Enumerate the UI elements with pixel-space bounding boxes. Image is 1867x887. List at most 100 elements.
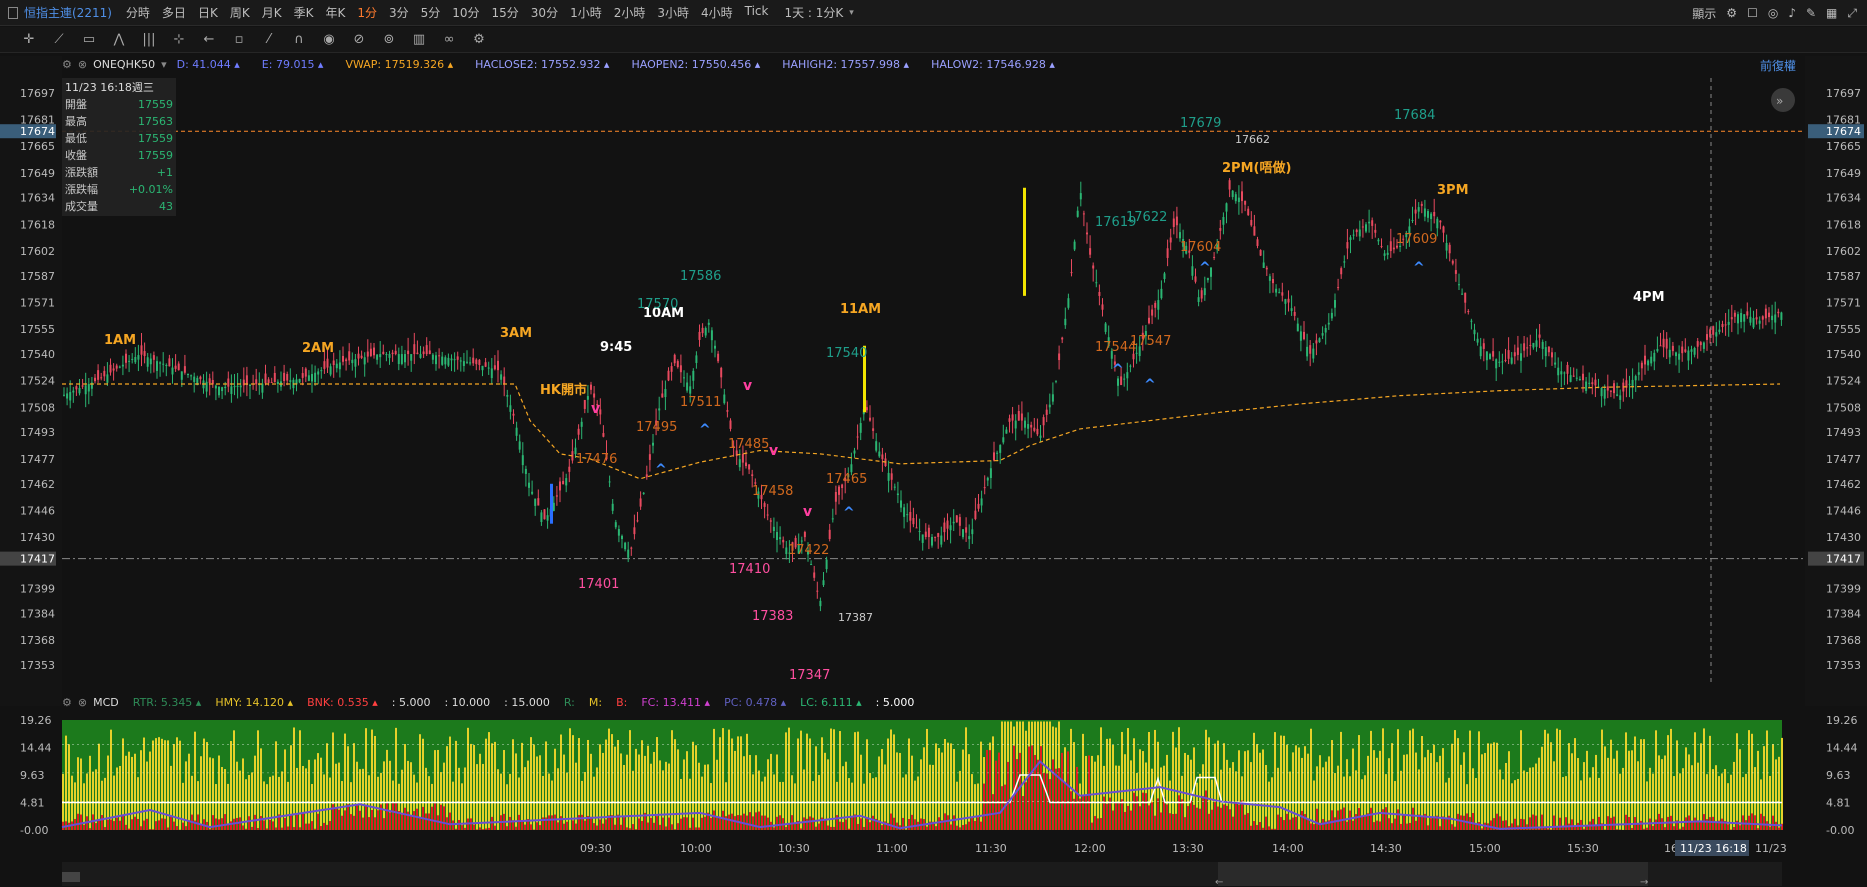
candle-body bbox=[673, 354, 676, 364]
mcd-red-bar bbox=[701, 817, 703, 830]
candle-body bbox=[608, 481, 611, 483]
mcd-red-bar bbox=[284, 817, 286, 830]
candle-body bbox=[239, 385, 242, 388]
mcd-red-bar bbox=[416, 808, 418, 830]
mcd-red-bar bbox=[1226, 805, 1228, 830]
price-chart[interactable]: 17697 1769717681 1768117665 1766517649 17649… bbox=[0, 0, 1867, 887]
mcd-red-bar bbox=[1463, 815, 1465, 830]
candle-body bbox=[1637, 372, 1640, 375]
candle-body bbox=[419, 354, 422, 358]
mcd-red-bar bbox=[140, 826, 142, 830]
candle-body bbox=[723, 394, 726, 404]
mcd-red-bar bbox=[1409, 822, 1411, 830]
mcd-red-bar bbox=[1439, 826, 1441, 830]
mcd-red-bar bbox=[1691, 821, 1693, 830]
mcd-red-bar bbox=[1685, 817, 1687, 830]
navigator-window bbox=[1218, 862, 1648, 886]
adjust-button[interactable]: 前復權 bbox=[1760, 57, 1796, 74]
mcd-red-bar bbox=[746, 815, 748, 830]
mcd-yellow-bar bbox=[530, 737, 532, 830]
mcd-red-bar bbox=[1100, 817, 1102, 830]
mcd-red-bar bbox=[89, 828, 91, 830]
price-tick-right: 17634 bbox=[1826, 192, 1861, 205]
mcd-yellow-bar bbox=[1667, 735, 1669, 830]
mcd-yellow-bar bbox=[1556, 728, 1558, 830]
price-label-teal: 17622 bbox=[1126, 210, 1167, 225]
candle-body bbox=[1321, 333, 1324, 336]
mcd-red-bar bbox=[464, 827, 466, 830]
candle-body bbox=[1619, 395, 1622, 400]
mcd-red-bar bbox=[1316, 808, 1318, 830]
mcd-yellow-bar bbox=[281, 771, 283, 830]
mcd-yellow-bar bbox=[1733, 761, 1735, 830]
price-tick-left: 17493 bbox=[20, 426, 55, 439]
mcd-red-bar bbox=[827, 825, 829, 830]
candle-body bbox=[342, 355, 344, 362]
mcd-red-bar bbox=[305, 823, 307, 830]
settings-icon[interactable]: ⚙ bbox=[62, 58, 72, 71]
close-icon[interactable]: ⊗ bbox=[78, 696, 87, 709]
candle-body bbox=[909, 512, 912, 521]
mcd-red-bar bbox=[1112, 810, 1114, 830]
price-tick-left: 17540 bbox=[20, 348, 55, 361]
candle-body bbox=[1535, 340, 1538, 347]
candle-body bbox=[1346, 242, 1349, 249]
candle-body bbox=[1427, 211, 1429, 218]
candle-body bbox=[193, 376, 196, 382]
mcd-yellow-bar bbox=[209, 757, 211, 830]
candle-body bbox=[1551, 352, 1553, 358]
candle-body bbox=[397, 354, 400, 365]
mcd-yellow-bar bbox=[839, 731, 841, 830]
candle-body bbox=[1476, 338, 1479, 343]
candle-body bbox=[937, 533, 940, 537]
candle-body bbox=[580, 421, 583, 427]
mcd-red-bar bbox=[683, 817, 685, 830]
mcd-red-bar bbox=[260, 816, 262, 830]
candle-body bbox=[363, 357, 366, 365]
candle-body bbox=[1569, 375, 1572, 382]
mcd-red-bar bbox=[1403, 814, 1405, 830]
info-value: +1 bbox=[156, 166, 173, 179]
mcd-yellow-bar bbox=[935, 743, 937, 830]
mcd-yellow-bar bbox=[1739, 749, 1741, 830]
mcd-yellow-bar bbox=[374, 735, 376, 830]
mcd-red-bar bbox=[1151, 802, 1153, 830]
mcd-yellow-bar bbox=[1100, 727, 1102, 830]
mcd-yellow-bar bbox=[1691, 765, 1693, 830]
candle-body bbox=[946, 520, 949, 529]
mcd-red-bar bbox=[1451, 824, 1453, 830]
candle-body bbox=[1309, 345, 1312, 354]
candle-body bbox=[949, 525, 952, 531]
candle-body bbox=[218, 386, 220, 396]
mcd-yellow-bar bbox=[560, 734, 562, 830]
mcd-yellow-bar bbox=[1586, 750, 1588, 830]
mcd-red-bar bbox=[458, 820, 460, 830]
mcd-red-bar bbox=[317, 813, 319, 830]
candle-body bbox=[1575, 377, 1578, 379]
mcd-red-bar bbox=[425, 813, 427, 830]
mcd-red-bar bbox=[659, 824, 661, 830]
candle-body bbox=[509, 405, 512, 412]
candle-body bbox=[1451, 260, 1454, 264]
close-icon[interactable]: ⊗ bbox=[78, 58, 87, 71]
mcd-red-bar bbox=[1256, 824, 1258, 830]
mcd-yellow-bar bbox=[887, 738, 889, 830]
mcd-yellow-bar bbox=[1778, 756, 1780, 830]
candle-body bbox=[1768, 312, 1770, 318]
mcd-red-bar bbox=[1028, 746, 1030, 830]
mcd-red-bar bbox=[1283, 820, 1285, 830]
main-legend: ⚙ ⊗ ONEQHK50 ▾ D: 41.044 ▴ E: 79.015 ▴ VWA… bbox=[62, 56, 1077, 72]
candle-body bbox=[1544, 347, 1547, 357]
info-row: 最低 17559 bbox=[65, 130, 173, 147]
mcd-red-bar bbox=[1241, 800, 1243, 830]
mcd-yellow-bar bbox=[797, 738, 799, 830]
candle-body bbox=[267, 379, 270, 383]
candle-body bbox=[1389, 241, 1392, 252]
mcd-red-bar bbox=[491, 816, 493, 830]
settings-icon[interactable]: ⚙ bbox=[62, 696, 72, 709]
candle-body bbox=[1665, 338, 1668, 349]
candle-body bbox=[1067, 298, 1070, 308]
mcd-yellow-bar bbox=[497, 769, 499, 830]
candle-body bbox=[695, 355, 698, 363]
chevron-down-icon[interactable]: ▾ bbox=[161, 58, 167, 71]
